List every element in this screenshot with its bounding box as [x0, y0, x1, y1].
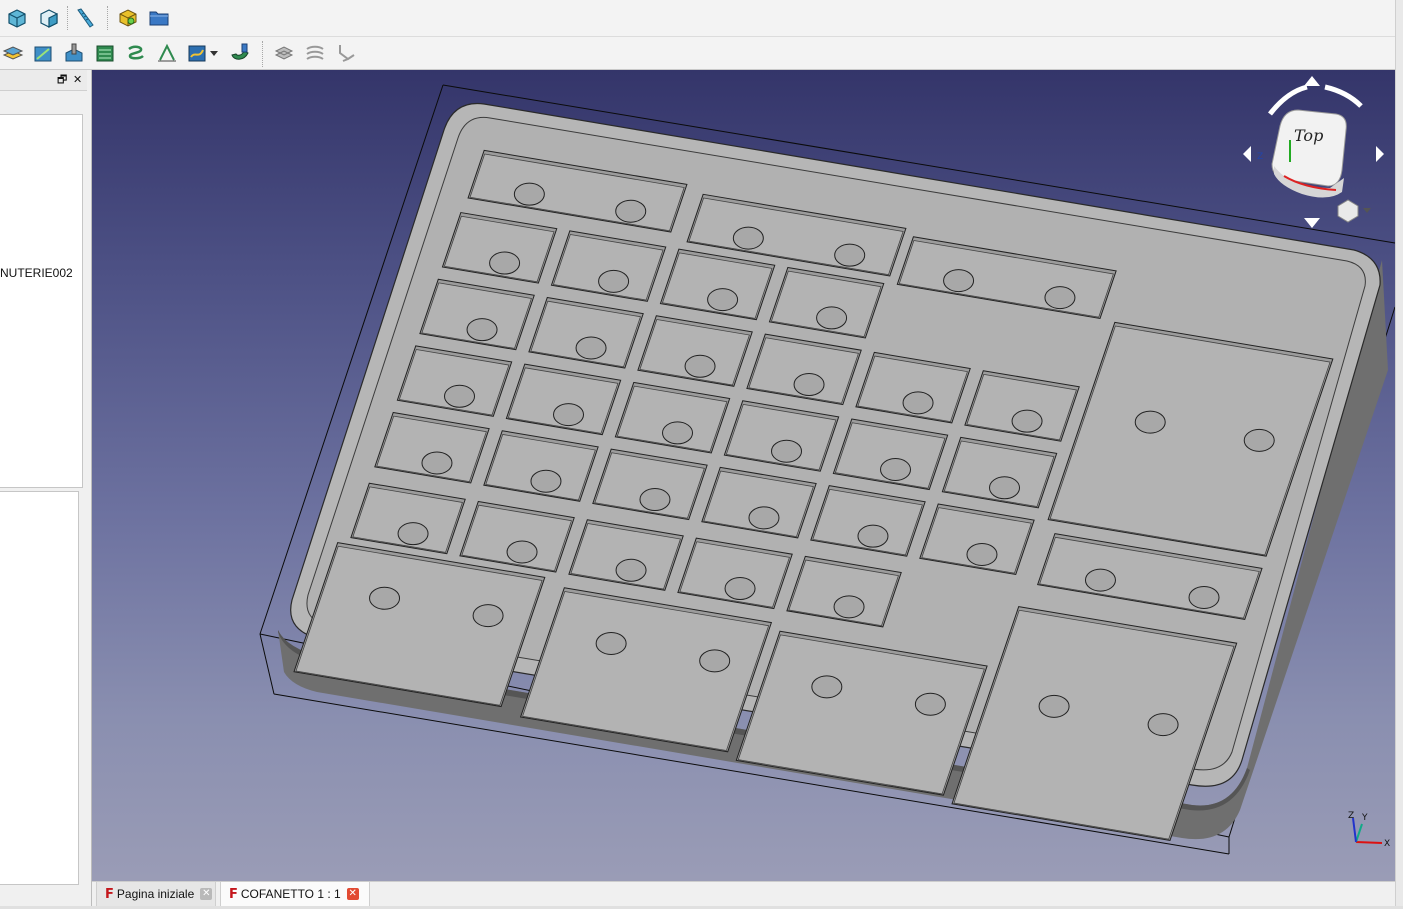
arrow-left-icon — [1243, 146, 1251, 162]
property-view[interactable] — [0, 491, 79, 885]
tab-cofanetto[interactable]: F COFANETTO 1 : 1 ✕ — [220, 882, 370, 907]
arrow-up-icon — [1304, 76, 1320, 86]
path-helix-icon[interactable] — [123, 40, 149, 66]
navcube-top-label: Top — [1294, 126, 1323, 145]
arrow-down-icon — [1304, 218, 1320, 228]
arrow-right-icon — [1376, 146, 1384, 162]
freecad-icon: F — [105, 886, 114, 902]
path-engrave-icon[interactable] — [154, 40, 180, 66]
path-vcarve-icon[interactable] — [333, 40, 359, 66]
axis-x-label: X — [1384, 839, 1390, 849]
model-tree[interactable]: NUTERIE002 — [0, 114, 83, 488]
window-right-edge — [1395, 0, 1403, 909]
rotate-right-arrow-icon — [1324, 84, 1363, 108]
path-drill-icon[interactable] — [227, 40, 253, 66]
float-panel-button[interactable]: 🗗 — [57, 72, 67, 88]
navigation-cube[interactable]: Top Z — [1232, 70, 1392, 240]
navcube-axis-label: Z — [1257, 152, 1263, 162]
axis-z-label: Z — [1348, 811, 1354, 821]
measure-icon[interactable] — [72, 5, 98, 31]
top-toolbar — [0, 0, 1395, 37]
combo-view-panel: 🗗 ✕ NUTERIE002 — [0, 70, 92, 906]
freecad-icon: F — [229, 886, 238, 902]
close-tab-icon[interactable]: ✕ — [346, 888, 359, 900]
open-folder-icon[interactable] — [146, 5, 172, 31]
path-profile-icon[interactable] — [30, 40, 56, 66]
close-tab-icon[interactable]: ✕ — [200, 888, 213, 900]
axis-gizmo: X Y Z — [1348, 811, 1390, 849]
view-menu-cube-icon — [1337, 199, 1359, 223]
view-menu-arrow-icon — [1363, 208, 1371, 213]
path-face-icon[interactable] — [92, 40, 118, 66]
tab-label: Pagina iniziale — [116, 887, 195, 901]
dropdown-arrow-icon[interactable] — [208, 40, 220, 66]
path-job-icon[interactable] — [0, 40, 26, 66]
view-isometric-icon[interactable] — [4, 5, 30, 31]
path-adaptive-icon[interactable] — [271, 40, 297, 66]
path-toolbar — [0, 37, 1395, 70]
document-tab-bar: F Pagina iniziale ✕ F COFANETTO 1 : 1 ✕ — [92, 881, 1395, 907]
model-render — [259, 84, 1395, 855]
path-waterline-icon[interactable] — [302, 40, 328, 66]
close-panel-button[interactable]: ✕ — [73, 72, 82, 88]
panel-title-bar: 🗗 ✕ — [0, 70, 87, 91]
3d-viewport[interactable]: Top Z X Y Z — [92, 70, 1395, 881]
part-box-icon[interactable] — [115, 5, 141, 31]
path-pocket-icon[interactable] — [61, 40, 87, 66]
tree-item-nuterie002[interactable]: NUTERIE002 — [0, 266, 73, 280]
tab-label: COFANETTO 1 : 1 — [240, 887, 341, 901]
tab-pagina-iniziale[interactable]: F Pagina iniziale ✕ — [96, 882, 216, 907]
view-front-icon[interactable] — [36, 5, 62, 31]
axis-y-label: Y — [1361, 813, 1368, 823]
